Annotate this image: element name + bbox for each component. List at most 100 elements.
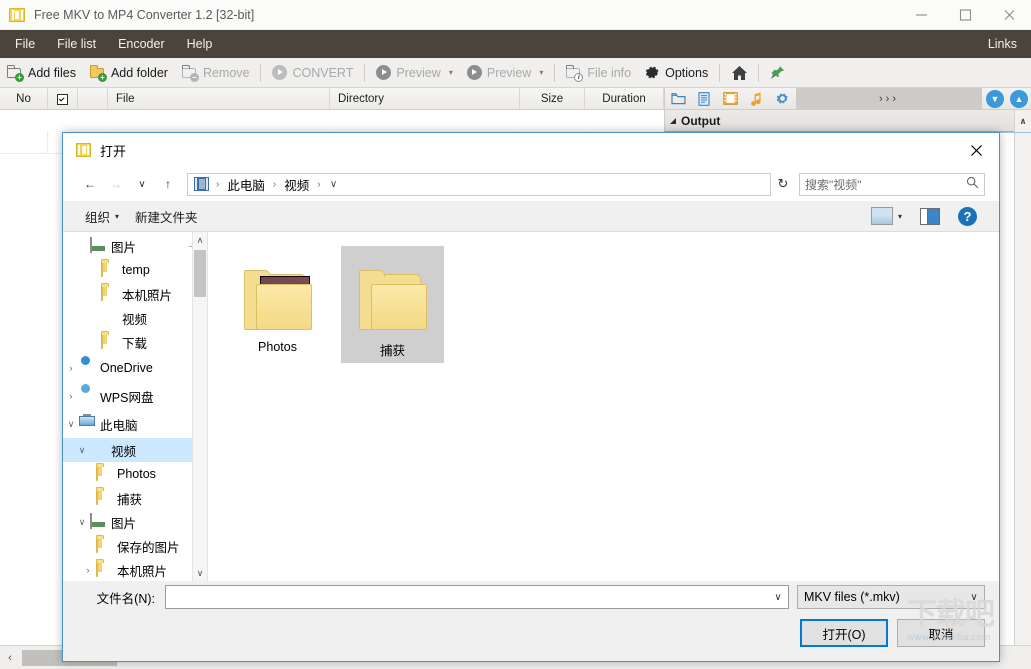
menu-item-file[interactable]: File bbox=[4, 30, 46, 58]
breadcrumb-separator[interactable]: › bbox=[316, 179, 321, 190]
tree-expander[interactable]: ∨ bbox=[63, 419, 79, 430]
tree-item-videos-selected[interactable]: ∨ 视频 bbox=[63, 438, 207, 462]
column-header-directory[interactable]: Directory bbox=[330, 88, 520, 110]
breadcrumb-dropdown-icon[interactable]: ∨ bbox=[324, 179, 344, 190]
tree-item-downloads[interactable]: 下载 bbox=[63, 330, 207, 354]
checkbox-checked-icon[interactable] bbox=[57, 93, 68, 105]
file-item-photos[interactable]: luation Co y for Testi Photos bbox=[226, 246, 329, 363]
tree-scroll-up-button[interactable]: ∧ bbox=[193, 232, 207, 248]
tree-item-local-photos[interactable]: 本机照片 bbox=[63, 282, 207, 306]
toolbar-pin[interactable] bbox=[763, 58, 791, 88]
tree-item-saved-pictures[interactable]: 保存的图片 bbox=[63, 534, 207, 558]
menu-item-encoder[interactable]: Encoder bbox=[107, 30, 176, 58]
filename-dropdown-icon[interactable]: ∨ bbox=[768, 592, 788, 603]
open-button[interactable]: 打开(O) bbox=[800, 619, 888, 647]
file-browser-area[interactable]: luation Co y for Testi Photos bbox=[208, 232, 999, 581]
toolbar-file-info[interactable]: i File info bbox=[559, 58, 638, 88]
tree-item-temp[interactable]: temp bbox=[63, 258, 207, 282]
chevron-down-icon[interactable]: ▼ bbox=[986, 89, 1004, 108]
output-vertical-scrollbar[interactable] bbox=[1014, 133, 1031, 645]
view-mode-button[interactable]: ▾ bbox=[863, 204, 910, 228]
tree-item-photos[interactable]: Photos bbox=[63, 462, 207, 486]
refresh-button[interactable]: ↻ bbox=[771, 176, 795, 192]
music-note-icon[interactable] bbox=[743, 88, 769, 110]
navigation-tree[interactable]: 图片 📌 temp 本机照片 bbox=[63, 232, 208, 581]
document-icon[interactable] bbox=[691, 88, 717, 110]
folder-icon bbox=[101, 285, 117, 302]
folder-icon[interactable] bbox=[665, 88, 691, 110]
preview-pane-button[interactable] bbox=[912, 204, 948, 228]
tree-item-local-photos-2[interactable]: › 本机照片 bbox=[63, 558, 207, 581]
help-button[interactable]: ? bbox=[950, 204, 985, 228]
scroll-up-button[interactable]: ∧ bbox=[1014, 110, 1031, 132]
tree-expander[interactable]: › bbox=[63, 391, 79, 401]
toolbar-home[interactable] bbox=[724, 58, 754, 88]
forward-button[interactable]: → bbox=[103, 171, 129, 197]
filetype-select[interactable]: MKV files (*.mkv) ∨ bbox=[797, 585, 985, 609]
chevron-down-icon[interactable]: ▾ bbox=[449, 68, 453, 77]
column-header-no[interactable]: No bbox=[0, 88, 48, 110]
output-header[interactable]: Output ∧ bbox=[665, 110, 1031, 132]
minimize-button[interactable] bbox=[899, 0, 943, 30]
tree-item-onedrive[interactable]: › OneDrive bbox=[63, 354, 207, 382]
toolbar-divider bbox=[364, 63, 366, 82]
tree-expander[interactable]: ∨ bbox=[74, 445, 90, 456]
organize-button[interactable]: 组织 ▾ bbox=[77, 204, 127, 228]
expand-chevrons-button[interactable]: ››› bbox=[796, 87, 982, 110]
gear-icon[interactable] bbox=[769, 88, 795, 110]
close-button[interactable] bbox=[987, 0, 1031, 30]
tree-item-pictures-quick[interactable]: 图片 📌 bbox=[63, 234, 207, 258]
tree-item-wps-cloud[interactable]: › WPS网盘 bbox=[63, 382, 207, 410]
search-input[interactable]: 搜索"视频" bbox=[799, 172, 985, 196]
menu-item-links[interactable]: Links bbox=[977, 30, 1031, 58]
recent-locations-button[interactable]: ∨ bbox=[129, 171, 155, 197]
toolbar-divider bbox=[554, 63, 556, 82]
chevron-up-icon[interactable]: ▲ bbox=[1010, 89, 1028, 108]
breadcrumb[interactable]: › 此电脑 › 视频 › ∨ bbox=[187, 172, 771, 196]
up-button[interactable]: ↑ bbox=[155, 171, 181, 197]
file-item-capture[interactable]: 捕获 bbox=[341, 246, 444, 363]
chevron-down-icon[interactable]: ▾ bbox=[539, 68, 543, 77]
toolbar-remove[interactable]: − Remove bbox=[175, 58, 257, 88]
back-button[interactable]: ← bbox=[77, 171, 103, 197]
chevron-down-icon[interactable]: ▾ bbox=[898, 212, 902, 221]
toolbar-preview-1[interactable]: Preview ▾ bbox=[369, 58, 459, 88]
tree-item-pictures[interactable]: ∨ 图片 bbox=[63, 510, 207, 534]
filetype-dropdown-icon[interactable]: ∨ bbox=[964, 592, 984, 603]
film-icon[interactable] bbox=[717, 88, 743, 110]
menu-item-help[interactable]: Help bbox=[176, 30, 224, 58]
cancel-button[interactable]: 取消 bbox=[897, 619, 985, 647]
filename-input[interactable]: ∨ bbox=[165, 585, 789, 609]
maximize-button[interactable] bbox=[943, 0, 987, 30]
folder-icon bbox=[96, 465, 112, 482]
toolbar-add-folder[interactable]: + Add folder bbox=[83, 58, 175, 88]
tree-item-this-pc[interactable]: ∨ 此电脑 bbox=[63, 410, 207, 438]
tree-expander[interactable]: › bbox=[80, 565, 96, 575]
dialog-navigation-bar: ← → ∨ ↑ › 此电脑 › 视频 › ∨ ↻ 搜索"视频" bbox=[63, 167, 999, 201]
tree-item-label: 本机照片 bbox=[122, 288, 173, 303]
column-header-file[interactable]: File bbox=[108, 88, 330, 110]
column-header-checkbox[interactable] bbox=[48, 88, 78, 110]
scroll-left-button[interactable]: ‹ bbox=[0, 647, 20, 669]
tree-item-videos-quick[interactable]: 视频 bbox=[63, 306, 207, 330]
menu-item-file-list[interactable]: File list bbox=[46, 30, 107, 58]
tree-scroll-down-button[interactable]: ∨ bbox=[193, 565, 207, 581]
organize-label: 组织 bbox=[85, 210, 111, 225]
toolbar-options[interactable]: Options bbox=[638, 58, 715, 88]
toolbar-preview-2[interactable]: Preview ▾ bbox=[460, 58, 550, 88]
column-header-duration[interactable]: Duration bbox=[585, 88, 664, 110]
toolbar-add-files[interactable]: + Add files bbox=[0, 58, 83, 88]
breadcrumb-item-this-pc[interactable]: 此电脑 bbox=[222, 175, 270, 194]
collapse-triangle-icon[interactable] bbox=[670, 117, 676, 124]
tree-expander[interactable]: ∨ bbox=[74, 517, 90, 528]
tree-vertical-scrollbar[interactable]: ∧ ∨ bbox=[192, 232, 207, 581]
column-header-size[interactable]: Size bbox=[520, 88, 585, 110]
folder-with-preview-icon: luation Co y for Testi bbox=[228, 252, 327, 332]
tree-item-capture[interactable]: 捕获 bbox=[63, 486, 207, 510]
new-folder-button[interactable]: 新建文件夹 bbox=[127, 204, 206, 228]
tree-expander[interactable]: › bbox=[63, 363, 79, 373]
tree-scrollbar-thumb[interactable] bbox=[194, 250, 206, 297]
dialog-close-button[interactable] bbox=[953, 133, 999, 167]
toolbar-convert[interactable]: CONVERT bbox=[265, 58, 360, 88]
breadcrumb-item-videos[interactable]: 视频 bbox=[279, 175, 314, 194]
